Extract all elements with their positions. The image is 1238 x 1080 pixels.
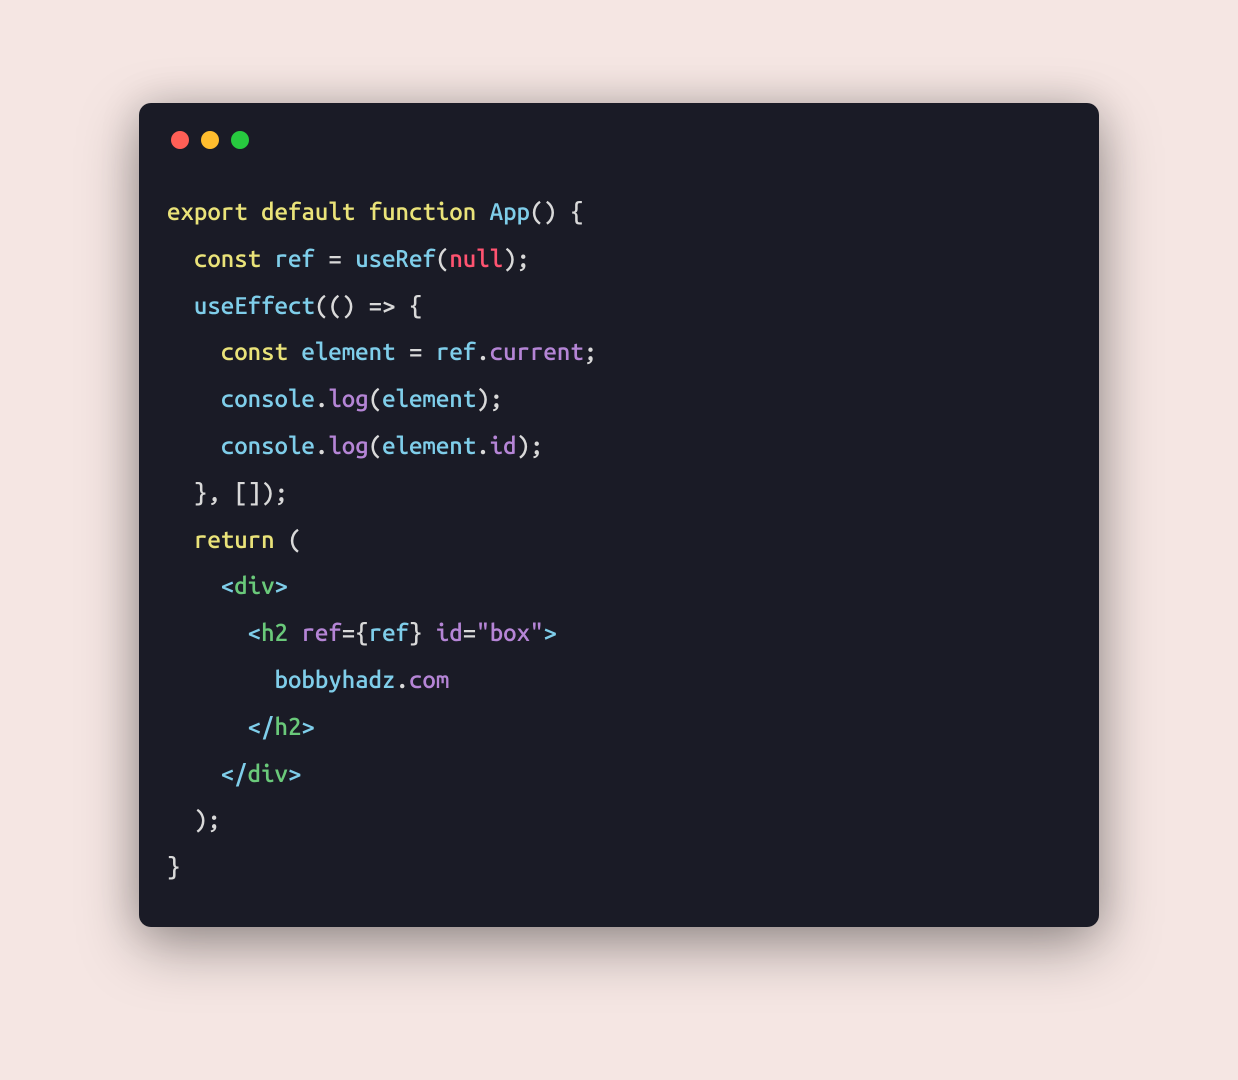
code-line-15: }	[167, 853, 180, 880]
code-window: export default function App() { const re…	[139, 103, 1099, 927]
code-line-10: <h2 ref={ref} id="box">	[167, 619, 557, 646]
code-line-13: </div>	[167, 760, 301, 787]
maximize-icon[interactable]	[231, 131, 249, 149]
close-icon[interactable]	[171, 131, 189, 149]
minimize-icon[interactable]	[201, 131, 219, 149]
code-line-11: bobbyhadz.com	[167, 666, 449, 693]
code-line-12: </h2>	[167, 713, 315, 740]
code-content: export default function App() { const re…	[167, 189, 1071, 891]
code-line-3: useEffect(() => {	[167, 292, 422, 319]
code-line-14: );	[167, 806, 221, 833]
window-controls	[167, 131, 1071, 149]
code-line-7: }, []);	[167, 479, 288, 506]
code-line-8: return (	[167, 526, 301, 553]
code-line-9: <div>	[167, 572, 288, 599]
code-line-2: const ref = useRef(null);	[167, 245, 530, 272]
code-line-4: const element = ref.current;	[167, 338, 597, 365]
code-line-6: console.log(element.id);	[167, 432, 543, 459]
code-line-1: export default function App() {	[167, 198, 584, 225]
code-line-5: console.log(element);	[167, 385, 503, 412]
